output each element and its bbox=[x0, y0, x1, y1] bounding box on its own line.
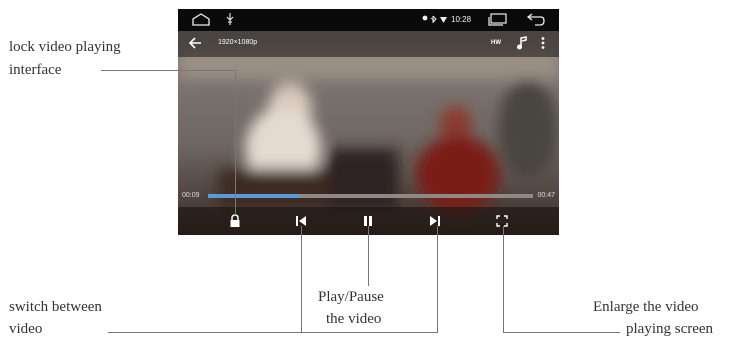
bluetooth-icon bbox=[430, 15, 437, 23]
play-caption-line2: the video bbox=[326, 311, 382, 327]
lock-leader-h bbox=[101, 70, 236, 71]
fullscreen-button[interactable] bbox=[493, 212, 511, 230]
next-video-button[interactable] bbox=[426, 212, 444, 230]
lock-caption-line1: lock video playing bbox=[9, 39, 121, 55]
enlarge-caption-line2: playing screen bbox=[626, 321, 714, 337]
switch-leader-prev bbox=[301, 226, 302, 332]
lock-icon bbox=[230, 214, 240, 227]
next-icon bbox=[430, 216, 440, 226]
status-clock: 10:28 bbox=[451, 15, 472, 24]
switch-leader-h bbox=[108, 332, 438, 333]
total-time: 00:47 bbox=[537, 192, 555, 199]
more-vert-icon[interactable] bbox=[540, 36, 546, 55]
fullscreen-icon bbox=[496, 215, 508, 227]
play-caption-line1: Play/Pause bbox=[318, 289, 384, 305]
progress-track[interactable] bbox=[208, 194, 533, 198]
video-title-bar: 1920×1080p HW bbox=[178, 31, 559, 57]
enlarge-leader-v bbox=[503, 226, 504, 332]
recent-apps-icon[interactable] bbox=[488, 13, 508, 28]
hw-decoder-badge[interactable]: HW bbox=[491, 40, 501, 46]
switch-caption-line1: switch between bbox=[9, 299, 102, 315]
play-leader-v bbox=[368, 226, 369, 286]
wifi-icon bbox=[440, 17, 447, 23]
back-arrow-icon[interactable] bbox=[188, 36, 202, 55]
status-bar: 10:28 bbox=[178, 9, 559, 31]
switch-caption-line2: video bbox=[9, 321, 43, 337]
enlarge-leader-h bbox=[503, 332, 620, 333]
system-status-icons bbox=[422, 15, 448, 26]
location-icon bbox=[422, 15, 428, 21]
home-icon[interactable] bbox=[192, 13, 210, 28]
enlarge-caption-line1: Enlarge the video bbox=[593, 299, 699, 315]
music-note-icon[interactable] bbox=[516, 36, 528, 55]
lock-leader-v bbox=[235, 70, 236, 215]
video-resolution: 1920×1080p bbox=[218, 39, 258, 46]
lock-caption-line2: interface bbox=[9, 62, 62, 78]
back-icon[interactable] bbox=[526, 13, 546, 28]
usb-icon bbox=[226, 13, 234, 27]
switch-leader-next bbox=[437, 226, 438, 332]
progress-fill bbox=[208, 194, 299, 198]
elapsed-time: 00:09 bbox=[182, 192, 200, 199]
